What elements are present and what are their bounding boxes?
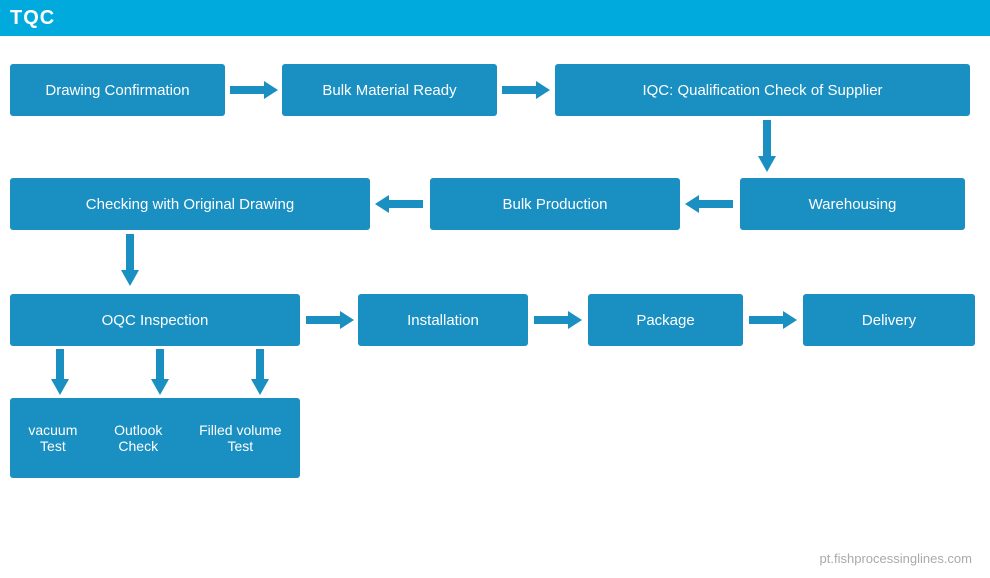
arrow-down-sub-left	[48, 348, 72, 396]
drawing-confirmation-box: Drawing Confirmation	[10, 64, 225, 116]
arrow-right-2	[500, 78, 552, 102]
arrow-down-checking	[118, 232, 142, 287]
arrow-down-sub-right	[248, 348, 272, 396]
bulk-material-ready-box: Bulk Material Ready	[282, 64, 497, 116]
sub-boxes-container: vacuum Test Outlook Check Filled volume …	[10, 398, 300, 478]
bulk-production-box: Bulk Production	[430, 178, 680, 230]
arrow-right-pkg	[747, 308, 799, 332]
package-box: Package	[588, 294, 743, 346]
arrow-right-1	[228, 78, 280, 102]
arrow-down-iqc	[755, 118, 779, 173]
installation-box: Installation	[358, 294, 528, 346]
arrow-down-sub-mid	[148, 348, 172, 396]
warehousing-box: Warehousing	[740, 178, 965, 230]
header-title: TQC	[10, 7, 55, 30]
arrow-left-1	[683, 192, 735, 216]
oqc-inspection-box: OQC Inspection	[10, 294, 300, 346]
checking-original-box: Checking with Original Drawing	[10, 178, 370, 230]
filled-volume-test-sub: Filled volume Test	[199, 422, 281, 454]
content-area: Drawing Confirmation Bulk Material Ready…	[0, 36, 990, 578]
watermark: pt.fishprocessinglines.com	[820, 551, 972, 566]
arrow-left-2	[373, 192, 425, 216]
arrow-right-inst	[532, 308, 584, 332]
iqc-box: IQC: Qualification Check of Supplier	[555, 64, 970, 116]
vacuum-test-sub: vacuum Test	[28, 422, 77, 454]
arrow-right-oqc	[304, 308, 356, 332]
delivery-box: Delivery	[803, 294, 975, 346]
header: TQC	[0, 0, 990, 36]
outlook-check-sub: Outlook Check	[114, 422, 162, 454]
